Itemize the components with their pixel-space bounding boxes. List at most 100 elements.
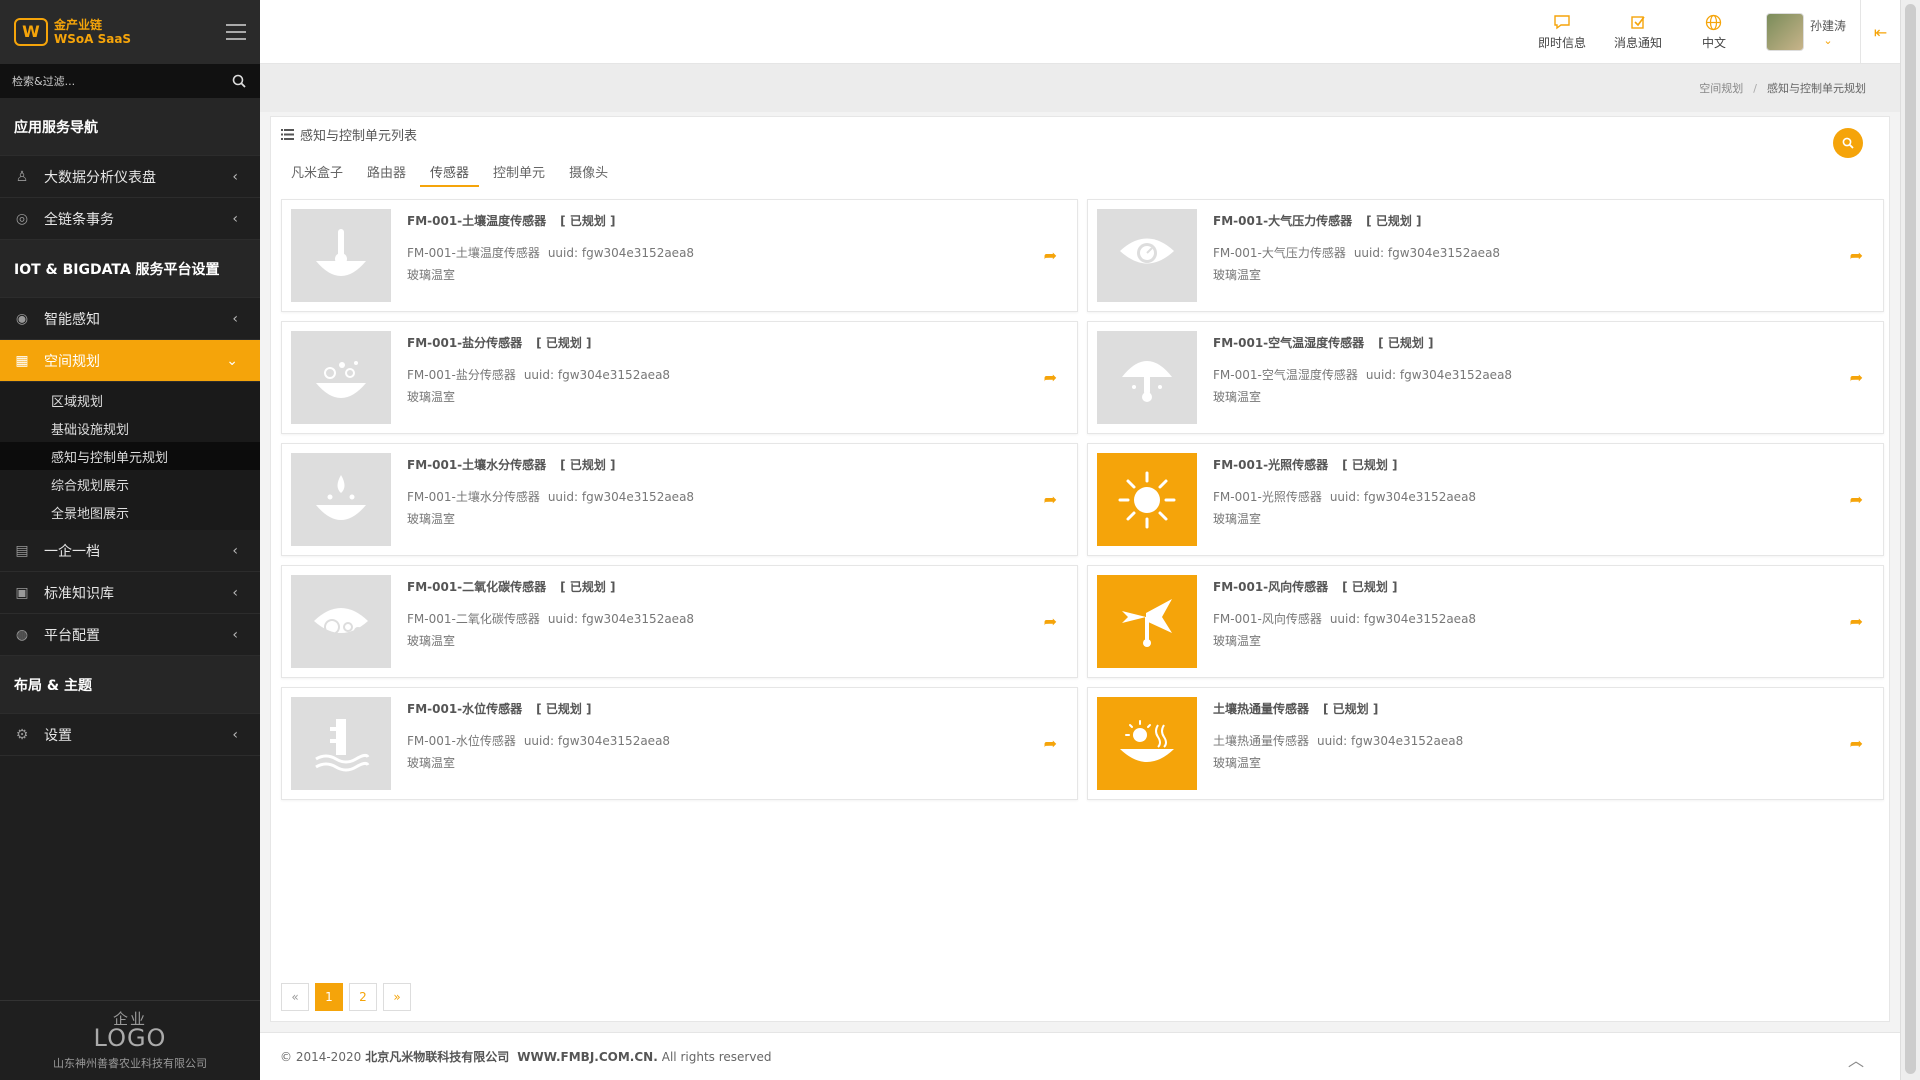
share-icon[interactable]: ➦ [1044,246,1057,265]
sensor-status: [ 已规划 ] [1378,336,1434,350]
chevron-down-icon: ⌄ [1823,34,1833,47]
pagination-prev[interactable]: « [281,983,309,1011]
brand-mark: W [14,18,48,46]
sub-item-overview[interactable]: 综合规划展示 [0,470,260,498]
page-scrollbar[interactable] [1900,0,1920,1080]
sensor-location: 玻璃温室 [1213,268,1262,282]
nav-sensing[interactable]: ◉ 智能感知 ‹ [0,298,260,340]
breadcrumb-parent[interactable]: 空间规划 [1699,80,1743,96]
user-menu[interactable]: 孙建涛 ⌄ [1765,13,1846,51]
sensor-desc: FM-001-土壤水分传感器 [407,490,540,504]
panel-title: 感知与控制单元列表 [281,125,417,144]
breadcrumb-current: 感知与控制单元规划 [1767,82,1866,95]
sensor-card[interactable]: FM-001-光照传感器 [ 已规划 ] FM-001-光照传感器 uuid: fg… [1087,443,1884,556]
share-icon[interactable]: ➦ [1850,612,1863,631]
pagination-page-2[interactable]: 2 [349,983,377,1011]
sub-item-panorama[interactable]: 全景地图展示 [0,498,260,526]
section-iot: IOT & BIGDATA 服务平台设置 [0,240,260,298]
share-icon[interactable]: ➦ [1044,368,1057,387]
sensor-card[interactable]: FM-001-风向传感器 [ 已规划 ] FM-001-风向传感器 uuid: fg… [1087,565,1884,678]
soil-temperature-icon [316,228,366,276]
sensor-card[interactable]: FM-001-土壤温度传感器 [ 已规划 ] FM-001-土壤温度传感器 uuid… [281,199,1078,312]
share-icon[interactable]: ➦ [1850,368,1863,387]
sensor-uuid: uuid: fgw304e3152aea8 [547,490,695,504]
sensor-title: FM-001-光照传感器 [1213,458,1329,472]
panel-search-button[interactable] [1833,128,1863,158]
sensor-card[interactable]: FM-001-空气温湿度传感器 [ 已规划 ] FM-001-空气温湿度传感器 uu… [1087,321,1884,434]
sensor-uuid: uuid: fgw304e3152aea8 [547,246,695,260]
sidebar-search [0,64,260,98]
sensor-card[interactable]: 土壤热通量传感器 [ 已规划 ] 土壤热通量传感器 uuid: fgw304e315… [1087,687,1884,800]
sensor-location: 玻璃温室 [1213,390,1262,404]
salinity-icon [316,360,366,398]
nav-platform[interactable]: ◍ 平台配置 ‹ [0,614,260,656]
brand-logo[interactable]: W 金产业链 WSoA SaaS [14,18,131,46]
nav-chain[interactable]: ◎ 全链条事务 ‹ [0,198,260,240]
list-icon [281,129,294,140]
notifications-button[interactable]: 消息通知 [1600,14,1676,51]
sensor-status: [ 已规划 ] [1323,702,1379,716]
sensor-card[interactable]: FM-001-二氧化碳传感器 [ 已规划 ] FM-001-二氧化碳传感器 uuid… [281,565,1078,678]
share-icon[interactable]: ➦ [1850,490,1863,509]
sensor-card[interactable]: FM-001-水位传感器 [ 已规划 ] FM-001-水位传感器 uuid: fg… [281,687,1078,800]
chevron-left-icon: ‹ [232,210,238,227]
nav-enterprise[interactable]: ▤ 一企一档 ‹ [0,530,260,572]
pagination-next[interactable]: » [383,983,411,1011]
sidebar-search-input[interactable] [12,74,212,88]
tab-fanmi-box[interactable]: 凡米盒子 [281,161,353,187]
sidebar-header: W 金产业链 WSoA SaaS [0,0,260,64]
nav-bigdata[interactable]: ♙ 大数据分析仪表盘 ‹ [0,156,260,198]
pagination: « 1 2 » [281,983,411,1011]
nav-settings[interactable]: ⚙ 设置 ‹ [0,714,260,756]
nav-bigdata-label: 大数据分析仪表盘 [44,169,156,186]
topbar: 即时信息 消息通知 中文 孙建涛 ⌄ ⇤ [260,0,1900,64]
breadcrumb: 空间规划 / 感知与控制单元规划 [260,64,1900,112]
sensor-desc: FM-001-空气温湿度传感器 [1213,368,1358,382]
sensor-card[interactable]: FM-001-大气压力传感器 [ 已规划 ] FM-001-大气压力传感器 uuid… [1087,199,1884,312]
menu-toggle-icon[interactable] [226,24,246,40]
sensor-desc: FM-001-土壤温度传感器 [407,246,540,260]
scrollbar-thumb[interactable] [1905,4,1916,1074]
sub-item-region[interactable]: 区域规划 [0,386,260,414]
sensor-status: [ 已规划 ] [536,702,592,716]
company-name: 山东神州善睿农业科技有限公司 [53,1056,207,1070]
file-icon: ▤ [15,542,29,559]
tab-control-unit[interactable]: 控制单元 [483,161,555,187]
share-icon[interactable]: ➦ [1850,734,1863,753]
sensor-location: 玻璃温室 [1213,634,1262,648]
sensor-uuid: uuid: fgw304e3152aea8 [1329,490,1477,504]
tab-sensor[interactable]: 传感器 [420,161,480,187]
sensor-title: FM-001-大气压力传感器 [1213,214,1353,228]
sensor-status: [ 已规划 ] [560,214,616,228]
sub-item-sensing-control[interactable]: 感知与控制单元规划 [0,442,260,470]
collapse-panel-icon[interactable]: ⇤ [1860,0,1900,64]
nav-space[interactable]: ▦ 空间规划 ⌄ [0,340,260,382]
footer-rights: All rights reserved [661,1049,772,1064]
air-humidity-icon [1122,360,1172,402]
share-icon[interactable]: ➦ [1044,490,1057,509]
device-tabs: 凡米盒子 路由器 传感器 控制单元 摄像头 [281,161,622,187]
nav-sensing-label: 智能感知 [44,311,100,328]
instant-msg-button[interactable]: 即时信息 [1524,14,1600,51]
sensor-list-panel: 感知与控制单元列表 凡米盒子 路由器 传感器 控制单元 摄像头 FM-001-土… [270,116,1890,1022]
sensor-status: [ 已规划 ] [560,580,616,594]
tab-router[interactable]: 路由器 [357,161,416,187]
share-icon[interactable]: ➦ [1850,246,1863,265]
tab-camera[interactable]: 摄像头 [559,161,618,187]
footer: © 2014-2020 北京凡米物联科技有限公司 WWW.FMBJ.COM.CN… [260,1032,1900,1080]
sensor-desc: FM-001-水位传感器 [407,734,516,748]
chevron-up-icon[interactable]: ︿ [1848,1047,1864,1071]
soil-heat-flux-icon [1120,719,1174,762]
share-icon[interactable]: ➦ [1044,612,1057,631]
sub-item-infra[interactable]: 基础设施规划 [0,414,260,442]
footer-site[interactable]: WWW.FMBJ.COM.CN. [517,1050,658,1064]
sensor-card[interactable]: FM-001-土壤水分传感器 [ 已规划 ] FM-001-土壤水分传感器 uuid… [281,443,1078,556]
sensor-card[interactable]: FM-001-盐分传感器 [ 已规划 ] FM-001-盐分传感器 uuid: fg… [281,321,1078,434]
language-button[interactable]: 中文 [1676,14,1752,51]
nav-knowledge[interactable]: ▣ 标准知识库 ‹ [0,572,260,614]
search-icon[interactable] [232,74,246,88]
sensor-desc: FM-001-大气压力传感器 [1213,246,1346,260]
notifications-label: 消息通知 [1613,35,1662,50]
pagination-page-1[interactable]: 1 [315,983,343,1011]
share-icon[interactable]: ➦ [1044,734,1057,753]
